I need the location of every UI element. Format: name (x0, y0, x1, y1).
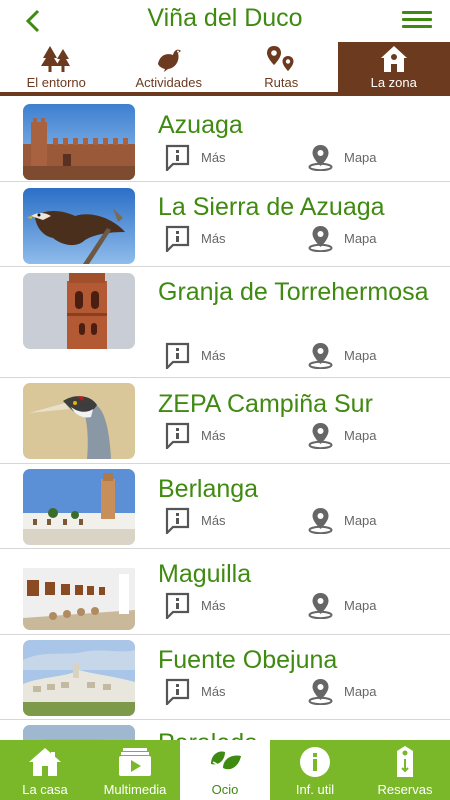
more-button[interactable]: Más (164, 678, 226, 705)
place-thumbnail (23, 383, 135, 459)
list-item[interactable]: Maguilla Más Mapa (0, 549, 450, 635)
map-button[interactable]: Mapa (307, 225, 377, 252)
map-pin-icon (308, 593, 333, 619)
nav-la-casa[interactable]: La casa (0, 740, 90, 800)
hamburger-icon (402, 11, 432, 14)
place-thumbnail (23, 104, 135, 180)
nav-ocio[interactable]: Ocio (180, 740, 270, 800)
bird-icon (113, 44, 226, 74)
info-comment-icon (165, 507, 190, 534)
list-item[interactable]: ZEPA Campiña Sur Más Mapa (0, 378, 450, 464)
tab-la-zona[interactable]: La zona (337, 42, 450, 92)
map-pin-icon (308, 145, 333, 171)
list-item[interactable]: La Sierra de Azuaga Más Mapa (0, 182, 450, 267)
map-pin-icon (308, 423, 333, 449)
place-thumbnail (23, 725, 135, 740)
place-thumbnail (23, 188, 135, 264)
list-item[interactable]: Granja de Torrehermosa Más Mapa (0, 267, 450, 378)
more-button[interactable]: Más (164, 225, 226, 252)
list-item[interactable]: Berlanga Más Mapa (0, 464, 450, 549)
menu-button[interactable] (402, 8, 432, 34)
leaves-icon (180, 746, 270, 778)
map-pin-icon (308, 343, 333, 369)
map-button[interactable]: Mapa (307, 592, 377, 619)
place-title: Fuente Obejuna (158, 646, 338, 674)
info-comment-icon (165, 225, 190, 252)
bottom-nav: La casa Multimedia Ocio Inf. util Reserv… (0, 740, 450, 800)
place-thumbnail (23, 640, 135, 716)
place-thumbnail (23, 273, 135, 349)
tab-el-entorno[interactable]: El entorno (0, 42, 113, 92)
nav-inf-util[interactable]: Inf. util (270, 740, 360, 800)
map-button[interactable]: Mapa (307, 342, 377, 369)
list-item[interactable]: Fuente Obejuna Más Mapa (0, 635, 450, 720)
map-pin-icon (308, 508, 333, 534)
info-comment-icon (165, 592, 190, 619)
info-comment-icon (165, 342, 190, 369)
map-pin-icon (308, 679, 333, 705)
media-icon (90, 746, 180, 778)
place-title: ZEPA Campiña Sur (158, 390, 373, 418)
place-title: Granja de Torrehermosa (158, 278, 429, 306)
place-title: Peraleda (158, 728, 438, 740)
key-tag-icon (360, 746, 450, 778)
more-button[interactable]: Más (164, 422, 226, 449)
place-thumbnail (23, 554, 135, 630)
trees-icon (0, 44, 113, 74)
nav-reservas[interactable]: Reservas (360, 740, 450, 800)
tab-rutas[interactable]: Rutas (225, 42, 338, 92)
place-title: Azuaga (158, 111, 243, 139)
more-button[interactable]: Más (164, 342, 226, 369)
map-button[interactable]: Mapa (307, 144, 377, 171)
place-title: Maguilla (158, 560, 252, 588)
app-header: Viña del Duco (0, 0, 450, 42)
place-title: La Sierra de Azuaga (158, 193, 385, 221)
place-title: Berlanga (158, 475, 259, 503)
tab-actividades[interactable]: Actividades (113, 42, 226, 92)
more-button[interactable]: Más (164, 592, 226, 619)
list-item[interactable]: Azuaga Más Mapa (0, 96, 450, 182)
info-comment-icon (165, 144, 190, 171)
house-icon (0, 746, 90, 778)
nav-multimedia[interactable]: Multimedia (90, 740, 180, 800)
map-button[interactable]: Mapa (307, 422, 377, 449)
house-icon (338, 44, 450, 74)
map-button[interactable]: Mapa (307, 507, 377, 534)
map-pin-icon (308, 226, 333, 252)
map-button[interactable]: Mapa (307, 678, 377, 705)
more-button[interactable]: Más (164, 507, 226, 534)
info-icon (270, 746, 360, 778)
list-item[interactable]: Peraleda (0, 720, 450, 740)
info-comment-icon (165, 422, 190, 449)
info-comment-icon (165, 678, 190, 705)
top-tabs: El entorno Actividades Rutas La zona (0, 42, 450, 96)
route-pins-icon (225, 44, 338, 74)
places-list: Azuaga Más Mapa La Sierra de Azuaga Más … (0, 96, 450, 740)
page-title: Viña del Duco (147, 4, 303, 32)
more-button[interactable]: Más (164, 144, 226, 171)
place-thumbnail (23, 469, 135, 545)
